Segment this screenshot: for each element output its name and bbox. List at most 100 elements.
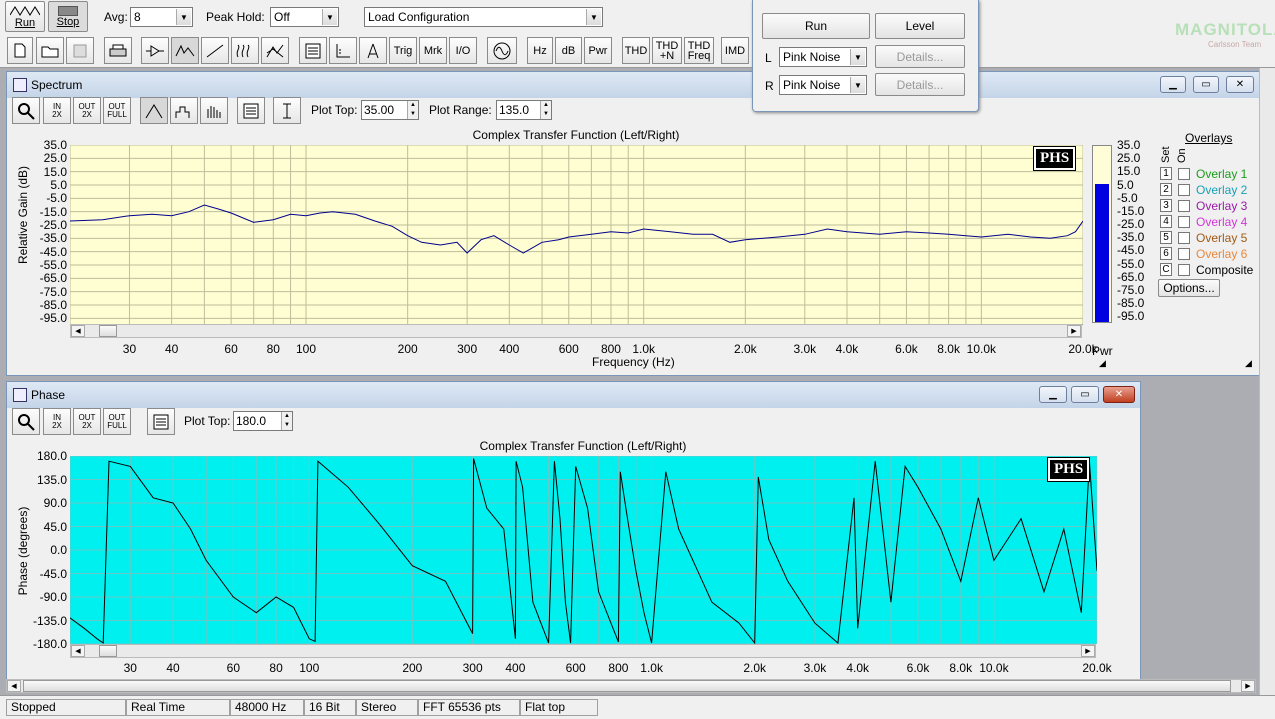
zoom-out-2x-button[interactable]: OUT 2X: [73, 97, 101, 124]
mdi-vertical-scrollbar[interactable]: [1259, 68, 1275, 696]
plot-range-input[interactable]: 135.0 ▲ ▼: [496, 100, 552, 120]
overlay-on-checkbox[interactable]: [1178, 183, 1190, 196]
status-fft-size: FFT 65536 pts: [418, 699, 520, 716]
overlay-set-button[interactable]: 6: [1160, 247, 1172, 260]
overlay-on-checkbox[interactable]: [1178, 199, 1190, 212]
spectrum-hscroll[interactable]: ◀ ▶: [70, 324, 1082, 338]
zoom-in-2x-button[interactable]: IN 2X: [43, 97, 71, 124]
spin-arrows-icon[interactable]: ▲ ▼: [407, 101, 418, 119]
overlay-on-checkbox[interactable]: [1178, 263, 1190, 276]
minimize-button[interactable]: ▁: [1160, 76, 1186, 93]
y-tick-label: 35.0: [43, 138, 67, 152]
scroll-left-icon[interactable]: ◀: [7, 680, 21, 692]
imd-button[interactable]: IMD: [721, 37, 749, 64]
resize-grip-icon[interactable]: ◢: [1245, 358, 1252, 369]
filter-button[interactable]: [141, 37, 169, 64]
phase-zoom-in-2x-button[interactable]: IN 2X: [43, 408, 71, 435]
resize-grip-icon[interactable]: ◢: [1099, 358, 1106, 369]
scroll-thumb[interactable]: [23, 680, 1231, 692]
scroll-right-icon[interactable]: ▶: [1067, 325, 1081, 337]
overlay-set-button[interactable]: 2: [1160, 183, 1172, 196]
save-file-button[interactable]: [66, 37, 94, 64]
zoom-button[interactable]: [12, 97, 40, 124]
spectrogram-button[interactable]: [231, 37, 259, 64]
y-tick-label: -85.0: [39, 298, 67, 312]
scroll-left-icon[interactable]: ◀: [71, 325, 85, 337]
overlay-on-checkbox[interactable]: [1178, 167, 1190, 180]
load-configuration-select[interactable]: Load Configuration ▼: [364, 7, 603, 27]
phase-plot-top-input[interactable]: 180.0 ▲ ▼: [233, 411, 293, 431]
maximize-button[interactable]: ▭: [1071, 386, 1099, 403]
close-button[interactable]: ✕: [1103, 386, 1135, 403]
overlay-set-button[interactable]: 4: [1160, 215, 1172, 228]
maximize-button[interactable]: ▭: [1193, 76, 1219, 93]
phase-hscroll[interactable]: ◀ ▶: [70, 644, 1096, 658]
autoscale-button[interactable]: [273, 97, 301, 124]
new-file-button[interactable]: [7, 37, 33, 64]
y-tick-label: 135.0: [36, 472, 67, 487]
run-button[interactable]: Run: [5, 1, 45, 32]
spectrum-plot[interactable]: [70, 145, 1083, 325]
power-tick-label: -35.0: [1117, 230, 1145, 245]
scroll-thumb[interactable]: [99, 325, 117, 337]
overlay-on-checkbox[interactable]: [1178, 247, 1190, 260]
spin-arrows-icon[interactable]: ▲ ▼: [281, 412, 292, 430]
thd-freq-button[interactable]: THD Freq: [684, 37, 714, 64]
io-button[interactable]: I/O: [449, 37, 477, 64]
step-plot-button[interactable]: [170, 97, 198, 124]
trig-button[interactable]: Trig: [389, 37, 417, 64]
phase-view-button[interactable]: [201, 37, 229, 64]
thd-n-button[interactable]: THD +N: [652, 37, 682, 64]
scroll-thumb[interactable]: [99, 645, 117, 657]
overlay-set-button[interactable]: 3: [1160, 199, 1172, 212]
mdi-horizontal-scrollbar[interactable]: ◀ ▶: [6, 679, 1256, 693]
avg-select[interactable]: 8 ▼: [130, 7, 193, 27]
generator-level-button[interactable]: Level: [875, 13, 965, 39]
open-file-button[interactable]: [36, 37, 64, 64]
phase-zoom-out-full-button[interactable]: OUT FULL: [103, 408, 131, 435]
spectrum-view-button[interactable]: [171, 37, 199, 64]
generator-run-button[interactable]: Run: [762, 13, 870, 39]
close-button[interactable]: ✕: [1226, 76, 1254, 93]
vertical-range-icon: [283, 103, 291, 118]
chevron-down-icon: ▼: [176, 9, 191, 25]
phase-settings-button[interactable]: [147, 408, 175, 435]
bar-plot-button[interactable]: [200, 97, 228, 124]
right-signal-select[interactable]: Pink Noise ▼: [779, 75, 867, 95]
generator-button[interactable]: [487, 37, 517, 64]
compass-button[interactable]: [359, 37, 387, 64]
overlay-set-button[interactable]: 1: [1160, 167, 1172, 180]
print-button[interactable]: [104, 37, 132, 64]
right-details-button[interactable]: Details...: [875, 73, 965, 96]
overlay-on-checkbox[interactable]: [1178, 215, 1190, 228]
options-button[interactable]: Options...: [1158, 279, 1220, 297]
thd-button[interactable]: THD: [622, 37, 650, 64]
pwr-button[interactable]: Pwr: [584, 37, 612, 64]
scroll-left-icon[interactable]: ◀: [71, 645, 85, 657]
left-signal-select[interactable]: Pink Noise ▼: [779, 47, 867, 67]
hz-button[interactable]: Hz: [527, 37, 553, 64]
overlay-set-button[interactable]: C: [1160, 263, 1172, 276]
phase-zoom-button[interactable]: [12, 408, 40, 435]
settings-button[interactable]: [299, 37, 327, 64]
zoom-in-line2: 2X: [52, 109, 62, 119]
stop-button[interactable]: Stop: [48, 1, 88, 32]
scroll-right-icon[interactable]: ▶: [1241, 680, 1255, 692]
zoom-out-full-button[interactable]: OUT FULL: [103, 97, 131, 124]
mrk-button[interactable]: Mrk: [419, 37, 447, 64]
spectrum-settings-button[interactable]: [237, 97, 265, 124]
scroll-right-icon[interactable]: ▶: [1081, 645, 1095, 657]
minimize-button[interactable]: ▁: [1039, 386, 1067, 403]
line-plot-button[interactable]: [140, 97, 168, 124]
overlay-set-button[interactable]: 5: [1160, 231, 1172, 244]
spin-arrows-icon[interactable]: ▲ ▼: [540, 101, 551, 119]
overlay-on-checkbox[interactable]: [1178, 231, 1190, 244]
left-details-button[interactable]: Details...: [875, 45, 965, 68]
phase-plot[interactable]: [70, 456, 1097, 644]
3d-surface-button[interactable]: [261, 37, 289, 64]
phase-zoom-out-2x-button[interactable]: OUT 2X: [73, 408, 101, 435]
peak-hold-select[interactable]: Off ▼: [270, 7, 339, 27]
plot-top-input[interactable]: 35.00 ▲ ▼: [361, 100, 419, 120]
calibration-button[interactable]: [329, 37, 357, 64]
db-button[interactable]: dB: [555, 37, 582, 64]
